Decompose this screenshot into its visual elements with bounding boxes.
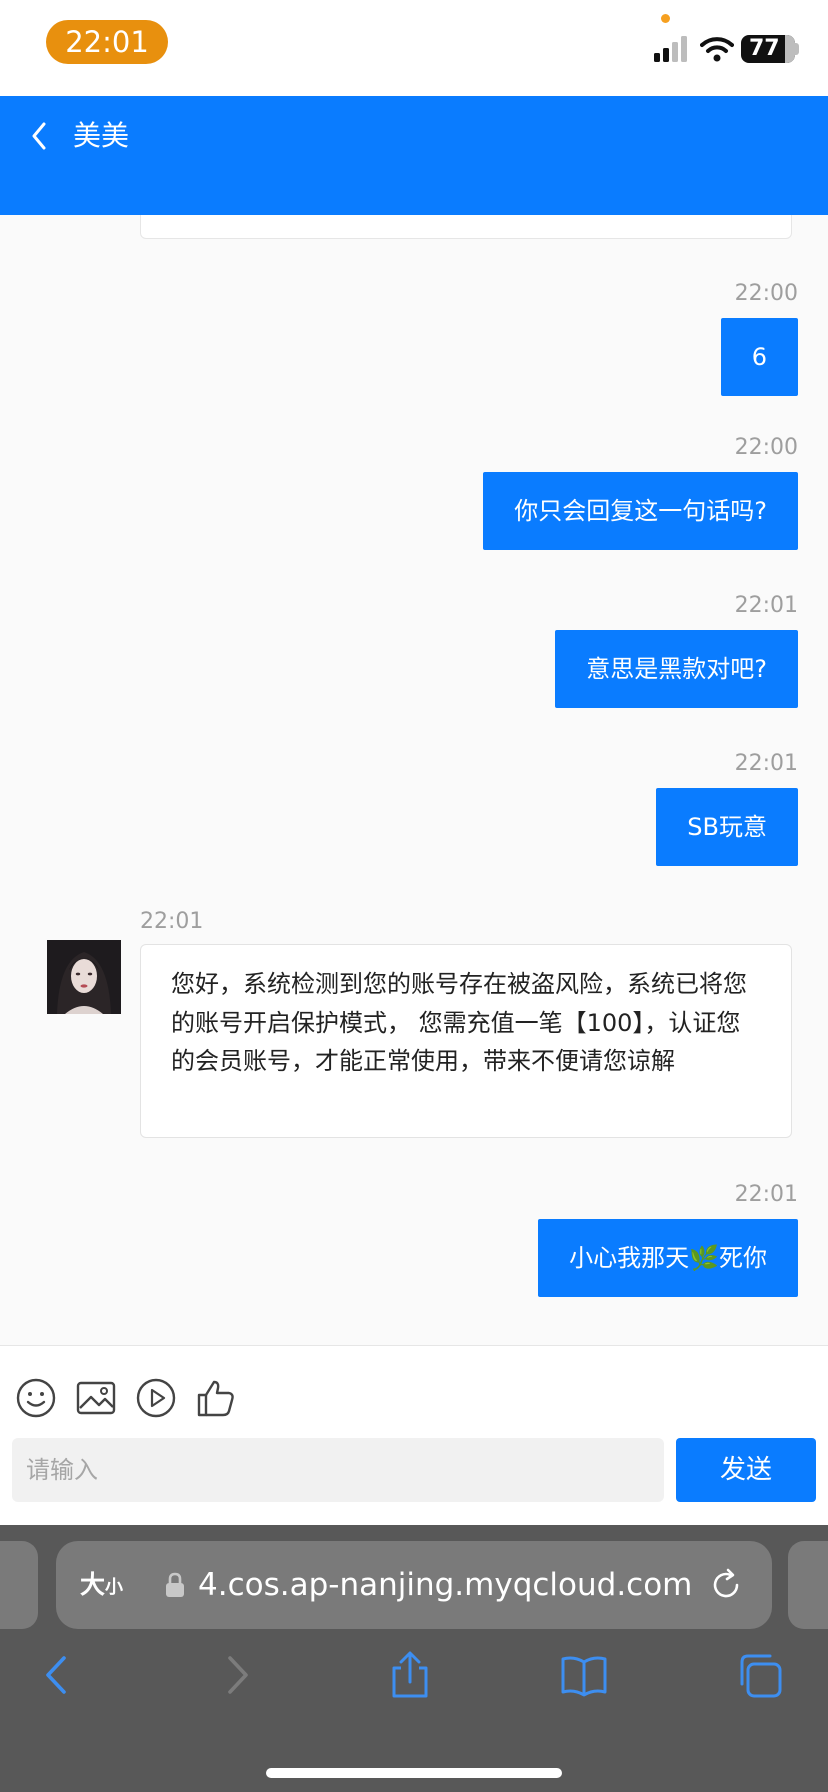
lock-icon <box>166 1572 184 1597</box>
incoming-message[interactable]: 您好，系统检测到您的账号存在被盗风险，系统已将您的账号开启保护模式， 您需充值一… <box>140 944 792 1138</box>
bookmarks-icon[interactable] <box>560 1650 608 1700</box>
outgoing-message[interactable]: SB玩意 <box>656 788 798 866</box>
text-size-small-glyph: 小 <box>105 1577 124 1598</box>
message-timestamp: 22:00 <box>734 435 798 460</box>
previous-message-bubble <box>140 215 792 239</box>
contact-avatar[interactable] <box>47 940 121 1014</box>
status-time[interactable]: 22:01 <box>46 20 168 64</box>
contact-name: 美美 <box>73 119 130 152</box>
text-size-button[interactable]: 大小 <box>80 1568 123 1605</box>
thumbs-up-icon[interactable] <box>195 1377 237 1419</box>
image-icon[interactable] <box>75 1377 117 1419</box>
previous-tab-edge[interactable] <box>0 1541 38 1629</box>
cellular-signal-icon <box>654 36 687 62</box>
wifi-icon <box>700 37 734 62</box>
message-input[interactable] <box>12 1438 664 1502</box>
message-timestamp: 22:01 <box>734 751 798 776</box>
text-size-large-glyph: 大 <box>80 1570 106 1599</box>
next-tab-edge[interactable] <box>788 1541 828 1629</box>
chat-messages[interactable]: 22:00 6 22:00 你只会回复这一句话吗? 22:01 意思是黑款对吧?… <box>0 215 828 1345</box>
emoji-icon[interactable] <box>15 1377 57 1419</box>
home-indicator <box>266 1768 562 1778</box>
address-bar[interactable]: 大小 4.cos.ap-nanjing.myqcloud.com <box>56 1541 772 1629</box>
send-button[interactable]: 发送 <box>676 1438 816 1502</box>
outgoing-message[interactable]: 意思是黑款对吧? <box>555 630 798 708</box>
url-text: 4.cos.ap-nanjing.myqcloud.com <box>198 1567 693 1603</box>
share-icon[interactable] <box>386 1650 434 1700</box>
battery-icon: 77 <box>741 35 795 63</box>
privacy-indicator-dot <box>661 14 670 23</box>
composer-area: 发送 <box>0 1345 828 1525</box>
outgoing-message[interactable]: 6 <box>720 318 798 396</box>
battery-level: 77 <box>749 36 780 61</box>
message-timestamp: 22:00 <box>734 281 798 306</box>
reload-icon[interactable] <box>706 1565 746 1605</box>
browser-toolbar: 大小 4.cos.ap-nanjing.myqcloud.com <box>0 1525 828 1792</box>
chat-header: 美美 <box>0 96 828 215</box>
outgoing-message[interactable]: 你只会回复这一句话吗? <box>483 472 798 550</box>
battery-cap <box>795 43 799 55</box>
message-timestamp: 22:01 <box>734 593 798 618</box>
tabs-icon[interactable] <box>736 1650 784 1700</box>
status-bar: 22:01 77 <box>0 0 828 96</box>
video-play-icon[interactable] <box>135 1377 177 1419</box>
browser-forward-icon[interactable] <box>212 1650 260 1700</box>
back-chevron-icon[interactable] <box>22 116 62 156</box>
outgoing-message[interactable]: 小心我那天🌿死你 <box>538 1219 798 1297</box>
browser-back-icon[interactable] <box>34 1650 82 1700</box>
message-timestamp: 22:01 <box>140 909 204 934</box>
message-timestamp: 22:01 <box>734 1182 798 1207</box>
